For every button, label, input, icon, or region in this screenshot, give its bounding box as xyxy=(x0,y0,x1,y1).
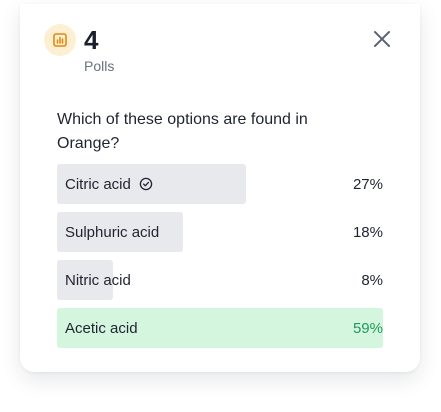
option-percentage: 59% xyxy=(352,319,383,337)
voted-check-icon xyxy=(139,177,153,191)
option-percentage: 27% xyxy=(352,175,383,193)
option-percentage: 18% xyxy=(352,223,383,241)
option-label: Citric acid xyxy=(65,175,131,193)
poll-option-nitric-acid[interactable]: Nitric acid 8% xyxy=(57,260,383,300)
poll-count: 4 xyxy=(84,25,99,55)
option-label: Sulphuric acid xyxy=(65,223,160,241)
option-percentage: 8% xyxy=(361,271,383,289)
option-label: Acetic acid xyxy=(65,319,138,337)
close-button[interactable] xyxy=(370,27,394,51)
poll-count-label: Polls xyxy=(84,58,115,74)
option-label: Nitric acid xyxy=(65,271,131,289)
poll-option-citric-acid[interactable]: Citric acid 27% xyxy=(57,164,383,204)
close-icon[interactable] xyxy=(373,30,391,48)
poll-chart-icon xyxy=(44,24,76,56)
poll-card: 4 Polls Which of these options are found… xyxy=(20,4,420,372)
poll-question: Which of these options are found in Oran… xyxy=(57,111,308,152)
poll-option-acetic-acid[interactable]: Acetic acid 59% xyxy=(57,308,383,348)
poll-option-sulphuric-acid[interactable]: Sulphuric acid 18% xyxy=(57,212,383,252)
